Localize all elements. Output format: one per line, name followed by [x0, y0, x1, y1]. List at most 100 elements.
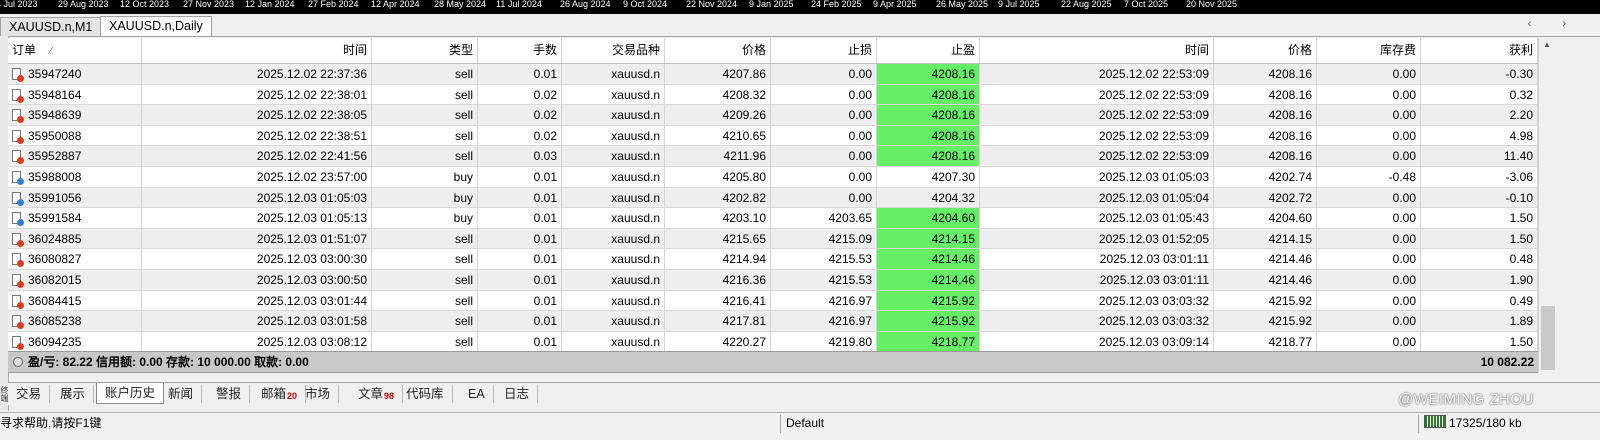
- cell-open-time: 2025.12.03 03:00:50: [142, 269, 372, 290]
- time-axis-label: 12 Oct 2023: [120, 0, 170, 9]
- sell-order-icon: [12, 68, 24, 82]
- tab-exposure[interactable]: 展示: [52, 385, 95, 403]
- tab-label: 账户历史: [105, 386, 156, 400]
- cell-swap: 0.00: [1317, 290, 1421, 311]
- tab-articles[interactable]: 文章98: [350, 385, 404, 403]
- cell-open-price: 4203.10: [665, 208, 771, 228]
- cell-lots: 0.01: [478, 187, 562, 208]
- cell-take-profit: 4208.16: [877, 84, 980, 105]
- column-header-take-profit[interactable]: 止盈: [877, 38, 980, 63]
- column-header-type[interactable]: 类型: [372, 38, 478, 63]
- status-bar: 寻求帮助,请按F1键 Default 17325/180 kb: [0, 412, 1600, 440]
- scrollbar-thumb[interactable]: [1541, 306, 1555, 370]
- cell-close-price: 4214.46: [1214, 269, 1317, 290]
- column-header-swap[interactable]: 库存费: [1317, 38, 1421, 63]
- order-status-dot-icon: [17, 260, 24, 268]
- tab-experts[interactable]: EA: [460, 385, 494, 403]
- cell-order: 35948164: [8, 84, 142, 105]
- cell-open-price: 4220.27: [665, 331, 771, 352]
- column-header-open-time[interactable]: 时间: [142, 38, 372, 63]
- order-id: 36080827: [28, 252, 82, 267]
- tab-journal[interactable]: 日志: [496, 385, 539, 403]
- cell-close-time: 2025.12.02 22:53:09: [980, 125, 1214, 146]
- cell-close-time: 2025.12.03 03:01:11: [980, 249, 1214, 269]
- cell-open-time: 2025.12.03 03:08:12: [142, 331, 372, 352]
- column-header-close-price[interactable]: 价格: [1214, 38, 1317, 63]
- cell-close-price: 4214.15: [1214, 228, 1317, 249]
- cell-type: sell: [372, 125, 478, 146]
- cell-open-time: 2025.12.02 22:38:05: [142, 105, 372, 125]
- table-row[interactable]: 35947240 2025.12.02 22:37:36 sell 0.01 xauus…: [8, 64, 1538, 85]
- table-vertical-scrollbar[interactable]: ▲: [1538, 38, 1557, 372]
- cell-profit: -0.10: [1421, 187, 1538, 208]
- tab-label: 日志: [504, 387, 530, 401]
- cell-swap: 0.00: [1317, 125, 1421, 146]
- order-status-dot-icon: [17, 157, 24, 165]
- scroll-up-arrow-icon[interactable]: ▲: [1543, 40, 1551, 49]
- tab-trade[interactable]: 交易: [8, 385, 51, 403]
- table-row[interactable]: 35950088 2025.12.02 22:38:51 sell 0.02 xauus…: [8, 125, 1538, 147]
- tab-label: EA: [468, 387, 485, 401]
- column-header-order[interactable]: 订单 ⁄: [8, 38, 142, 63]
- table-row[interactable]: 35988008 2025.12.02 23:57:00 buy 0.01 xauusd…: [8, 166, 1538, 188]
- status-separator: [1418, 415, 1419, 433]
- cell-type: sell: [372, 105, 478, 125]
- tab-code-base[interactable]: 代码库: [398, 385, 453, 403]
- chart-tab-scroll-arrows[interactable]: ‹ ›: [1528, 18, 1580, 30]
- cell-order: 35988008: [8, 166, 142, 187]
- column-header-label: 价格: [741, 43, 766, 57]
- column-header-stop-loss[interactable]: 止损: [771, 38, 877, 63]
- tab-label: 交易: [16, 387, 42, 401]
- cell-open-price: 4211.96: [665, 146, 771, 166]
- summary-text: 盈/亏: 82.22 信用额: 0.00 存款: 10 000.00 取款: 0…: [28, 355, 309, 369]
- column-header-label: 止盈: [950, 43, 975, 57]
- cell-swap: 0.00: [1317, 105, 1421, 125]
- table-row[interactable]: 35948639 2025.12.02 22:38:05 sell 0.02 xauus…: [8, 105, 1538, 126]
- cell-close-price: 4208.16: [1214, 84, 1317, 105]
- table-row[interactable]: 35991584 2025.12.03 01:05:13 buy 0.01 xauusd…: [8, 208, 1538, 229]
- chart-tab-m1[interactable]: XAUUSD.n,M1: [0, 17, 102, 36]
- order-status-dot-icon: [17, 219, 24, 227]
- cell-type: buy: [372, 166, 478, 187]
- table-row[interactable]: 36085238 2025.12.03 03:01:58 sell 0.01 xauus…: [8, 311, 1538, 332]
- connection-bars-icon: [1424, 415, 1446, 428]
- cell-profit: 1.89: [1421, 311, 1538, 331]
- cell-lots: 0.02: [478, 105, 562, 125]
- table-row[interactable]: 36084415 2025.12.03 03:01:44 sell 0.01 xauus…: [8, 290, 1538, 312]
- cell-open-time: 2025.12.03 01:05:13: [142, 208, 372, 228]
- time-axis-label: 26 Aug 2024: [560, 0, 611, 9]
- tab-alerts[interactable]: 警报: [208, 385, 251, 403]
- table-row[interactable]: 36082015 2025.12.03 03:00:50 sell 0.01 xauus…: [8, 269, 1538, 291]
- cell-open-time: 2025.12.03 03:01:44: [142, 290, 372, 311]
- sort-indicator-icon: ⁄: [50, 46, 52, 57]
- tab-label: 市场: [305, 387, 331, 401]
- chart-tab-daily[interactable]: XAUUSD.n,Daily: [100, 16, 212, 36]
- column-header-lots[interactable]: 手数: [478, 38, 562, 63]
- cell-profit: 11.40: [1421, 146, 1538, 166]
- tab-news[interactable]: 新闻: [160, 385, 203, 403]
- table-row[interactable]: 36024885 2025.12.03 01:51:07 sell 0.01 xauus…: [8, 228, 1538, 250]
- sell-order-icon: [12, 253, 24, 268]
- cell-lots: 0.02: [478, 84, 562, 105]
- column-header-profit[interactable]: 获利: [1421, 38, 1538, 63]
- chart-time-axis: 4 Jul 2023 29 Aug 2023 12 Oct 2023 27 Nov 2…: [0, 0, 1600, 14]
- table-row[interactable]: 35948164 2025.12.02 22:38:01 sell 0.02 xauus…: [8, 84, 1538, 106]
- column-header-symbol[interactable]: 交易品种: [562, 38, 665, 63]
- table-row[interactable]: 36094235 2025.12.03 03:08:12 sell 0.01 xauus…: [8, 331, 1538, 353]
- column-header-open-price[interactable]: 价格: [665, 38, 771, 63]
- cell-open-price: 4215.65: [665, 228, 771, 249]
- cell-profit: 1.50: [1421, 208, 1538, 228]
- cell-swap: 0.00: [1317, 187, 1421, 208]
- cell-lots: 0.01: [478, 269, 562, 290]
- table-row[interactable]: 35991056 2025.12.03 01:05:03 buy 0.01 xauusd…: [8, 187, 1538, 209]
- table-row[interactable]: 36080827 2025.12.03 03:00:30 sell 0.01 xauus…: [8, 249, 1538, 270]
- table-row[interactable]: 35952887 2025.12.02 22:41:56 sell 0.03 xauus…: [8, 146, 1538, 167]
- tab-account-history[interactable]: 账户历史: [96, 383, 165, 404]
- cell-profit: -0.30: [1421, 64, 1538, 84]
- column-header-close-time[interactable]: 时间: [980, 38, 1214, 63]
- cell-type: sell: [372, 311, 478, 331]
- status-profile[interactable]: Default: [786, 413, 824, 433]
- order-id: 36024885: [28, 231, 82, 246]
- time-axis-label: 11 Jul 2024: [496, 0, 542, 9]
- tab-market[interactable]: 市场: [297, 385, 340, 403]
